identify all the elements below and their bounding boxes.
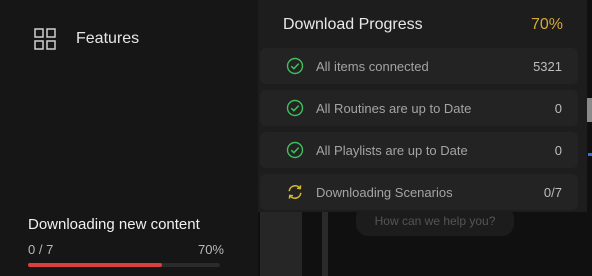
grid-icon bbox=[34, 28, 56, 50]
sidebar-item-features[interactable]: Features bbox=[34, 28, 139, 50]
download-progress-panel: Download Progress 70% All items connecte… bbox=[258, 0, 587, 212]
sidebar-item-label: Features bbox=[76, 30, 140, 47]
accent-mark bbox=[588, 153, 592, 156]
download-count: 0 / 7 bbox=[28, 242, 54, 257]
background-strip bbox=[260, 212, 302, 276]
row-value: 0 bbox=[554, 142, 562, 158]
check-circle-icon bbox=[286, 141, 304, 159]
row-value: 0/7 bbox=[543, 184, 562, 200]
row-value: 5321 bbox=[533, 58, 562, 74]
check-circle-icon bbox=[286, 57, 304, 75]
row-label: All items connected bbox=[316, 58, 429, 74]
progress-row-playlists: All Playlists are up to Date 0 bbox=[260, 132, 578, 168]
scrollbar-thumb[interactable] bbox=[587, 98, 592, 122]
download-progress-fill bbox=[28, 263, 163, 267]
row-label: All Routines are up to Date bbox=[316, 100, 472, 116]
row-label: Downloading Scenarios bbox=[316, 184, 453, 200]
panel-percent: 70% bbox=[530, 16, 563, 33]
sidebar: Features Downloading new content 0 / 7 7… bbox=[0, 0, 258, 276]
row-label: All Playlists are up to Date bbox=[316, 142, 468, 158]
progress-row-items: All items connected 5321 bbox=[260, 48, 578, 84]
download-status: Downloading new content 0 / 7 70% bbox=[28, 216, 224, 267]
panel-title: Download Progress bbox=[283, 16, 423, 33]
progress-row-scenarios: Downloading Scenarios 0/7 bbox=[260, 174, 578, 210]
check-circle-icon bbox=[286, 99, 304, 117]
download-status-title: Downloading new content bbox=[28, 216, 200, 233]
download-percent: 70% bbox=[197, 242, 224, 257]
sync-icon bbox=[286, 183, 304, 201]
download-progress-track bbox=[28, 263, 220, 267]
background-divider bbox=[322, 212, 328, 276]
row-value: 0 bbox=[554, 100, 562, 116]
progress-row-routines: All Routines are up to Date 0 bbox=[260, 90, 578, 126]
